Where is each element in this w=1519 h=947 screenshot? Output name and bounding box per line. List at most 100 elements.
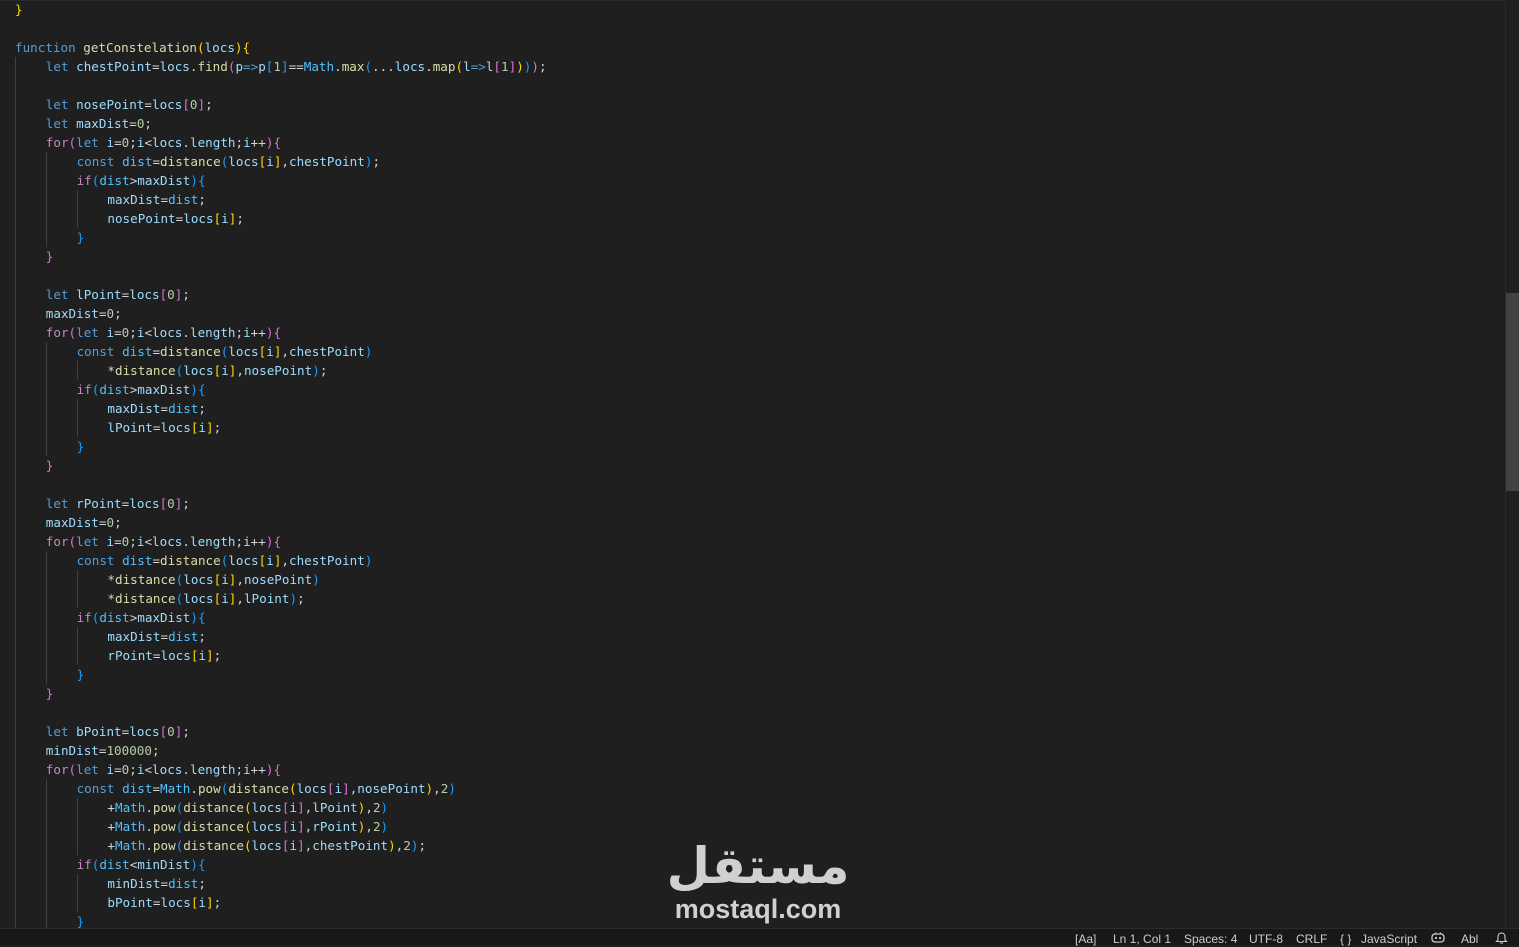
code-editor[interactable]: } function getConstelation(locs){let ches… <box>0 0 1505 928</box>
code-token: , <box>365 819 373 834</box>
code-token: ) <box>312 572 320 587</box>
code-token: dist <box>122 553 153 568</box>
indent-guide <box>15 228 16 247</box>
encoding-setting[interactable]: UTF-8 <box>1249 931 1283 947</box>
code-text: +Math.pow(distance(locs[i],rPoint),2) <box>107 817 388 836</box>
code-token: = <box>152 344 161 359</box>
code-token: < <box>144 762 153 777</box>
indent-guide <box>76 817 78 836</box>
vertical-scrollbar-thumb[interactable] <box>1506 293 1519 491</box>
code-text: } <box>77 665 85 684</box>
indent-guide <box>15 304 16 323</box>
code-token: == <box>288 59 304 74</box>
indent-guide <box>45 209 47 228</box>
code-token: locs <box>394 59 426 74</box>
indent-guide <box>15 456 16 475</box>
indent-guide <box>15 893 16 912</box>
code-token: dist <box>122 344 153 359</box>
code-token: bPoint <box>76 724 122 739</box>
cursor-position[interactable]: Ln 1, Col 1 <box>1113 931 1171 947</box>
code-token: locs <box>129 287 160 302</box>
code-token: let <box>45 59 77 74</box>
code-token: locs <box>183 572 214 587</box>
match-case-indicator[interactable]: [Aa] <box>1075 931 1096 947</box>
indent-guide <box>76 589 78 608</box>
code-token: distance <box>114 363 176 378</box>
indent-guide <box>15 684 16 703</box>
code-token: p <box>258 59 266 74</box>
code-token: rPoint <box>312 819 358 834</box>
code-token: let <box>45 496 77 511</box>
code-text: } <box>46 247 54 266</box>
code-token: ; <box>198 401 206 416</box>
code-token: ; <box>235 762 244 777</box>
code-token: , <box>365 800 373 815</box>
indent-guide <box>15 190 16 209</box>
code-token: ; <box>151 743 160 758</box>
code-token: ) <box>380 819 389 834</box>
code-token: i <box>243 762 251 777</box>
code-token: distance <box>183 819 244 834</box>
code-token: , <box>236 363 244 378</box>
indent-guide <box>45 342 47 361</box>
code-token: max <box>341 59 365 74</box>
code-token: , <box>281 344 290 359</box>
indent-guide <box>45 399 47 418</box>
code-token: ; <box>129 325 137 340</box>
code-token: Math <box>160 781 191 796</box>
indent-guide <box>45 171 47 190</box>
code-token: . <box>425 59 433 74</box>
code-token: const <box>76 781 123 796</box>
bell-icon[interactable] <box>1495 932 1508 944</box>
code-token: 100000 <box>106 743 152 758</box>
code-token: dist <box>99 382 130 397</box>
code-token: chestPoint <box>289 154 365 169</box>
indent-guide <box>45 608 47 627</box>
code-token: let <box>76 534 107 549</box>
code-token: ; <box>213 895 222 910</box>
code-token: , <box>236 591 244 606</box>
copilot-icon[interactable] <box>1431 932 1445 943</box>
indent-guide <box>45 665 47 684</box>
code-token: minDist <box>107 876 161 891</box>
eol-setting[interactable]: CRLF <box>1296 931 1327 947</box>
code-token: ; <box>114 515 122 530</box>
code-token: ] <box>206 895 214 910</box>
code-token: ) <box>289 591 298 606</box>
code-token: const <box>76 553 123 568</box>
spell-check-indicator[interactable]: Abl <box>1461 931 1478 947</box>
code-token: ) <box>190 610 198 625</box>
indent-guide <box>45 361 47 380</box>
code-token: maxDist <box>107 401 161 416</box>
code-token: locs <box>296 781 327 796</box>
code-token: ) <box>380 800 389 815</box>
code-token: ] <box>342 781 350 796</box>
indent-guide <box>45 779 47 798</box>
code-token: 1 <box>501 59 509 74</box>
code-token: i <box>266 344 274 359</box>
code-token: find <box>197 59 228 74</box>
code-token: minDist <box>45 743 99 758</box>
code-token: , <box>281 553 290 568</box>
code-token: lPoint <box>312 800 358 815</box>
code-token: 0 <box>167 724 175 739</box>
indent-guide <box>76 570 78 589</box>
code-token: ; <box>182 496 190 511</box>
code-token: dist <box>168 876 199 891</box>
language-mode[interactable]: JavaScript <box>1361 931 1417 947</box>
indent-guide <box>15 798 16 817</box>
indent-guide <box>45 855 47 874</box>
indentation-setting[interactable]: Spaces: 4 <box>1184 931 1237 947</box>
code-text: minDist=100000; <box>46 741 160 760</box>
code-token: 0 <box>167 287 175 302</box>
indent-guide <box>76 646 78 665</box>
code-token: i <box>106 534 115 549</box>
code-token: ] <box>297 800 305 815</box>
indent-guide <box>45 551 47 570</box>
code-token: ( <box>68 325 77 340</box>
code-token: Math <box>114 800 146 815</box>
code-text: let lPoint=locs[0]; <box>46 285 190 304</box>
code-token: let <box>45 724 77 739</box>
indent-guide <box>76 209 78 228</box>
indent-guide <box>45 190 47 209</box>
